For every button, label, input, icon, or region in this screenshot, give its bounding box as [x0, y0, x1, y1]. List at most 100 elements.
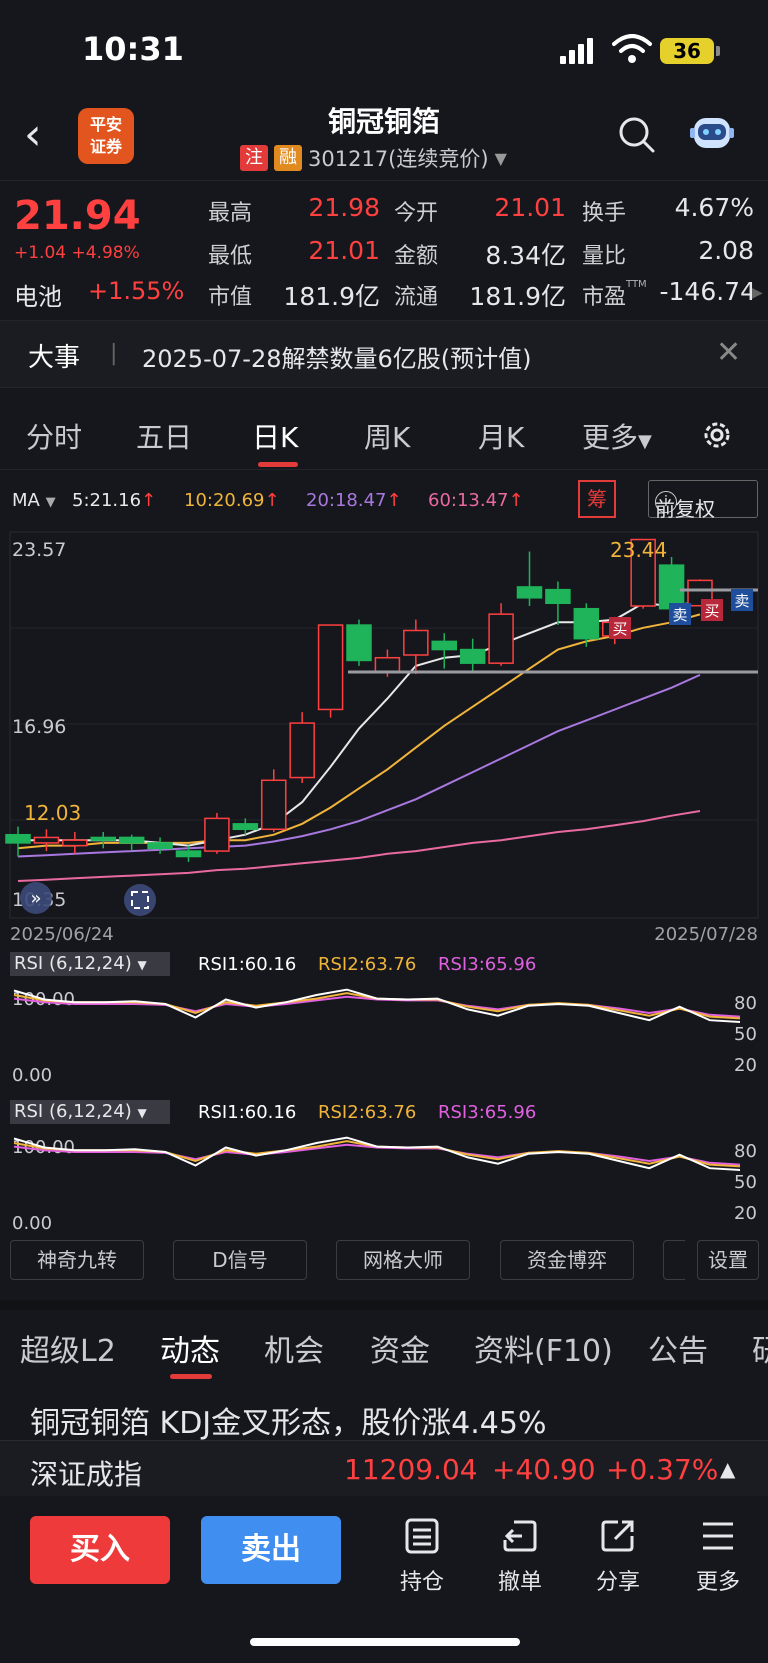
- status-bar: 10:31 36: [0, 0, 768, 100]
- candle-body: [459, 648, 486, 664]
- tab-funds[interactable]: 资金: [370, 1326, 430, 1370]
- search-icon[interactable]: [616, 114, 656, 154]
- adjust-selector[interactable]: i 前复权: [648, 480, 758, 521]
- cancel-order-button[interactable]: 撤单: [480, 1516, 560, 1596]
- candle-body: [545, 588, 571, 605]
- candle-body: [62, 839, 88, 847]
- tab-monthly-k[interactable]: 月K: [478, 416, 524, 456]
- sell-button[interactable]: 卖出: [201, 1516, 341, 1584]
- vol-ratio-value: 2.08: [698, 236, 754, 265]
- high-annotation: 23.44: [610, 538, 667, 562]
- tab-intraday[interactable]: 分时: [26, 416, 82, 456]
- rsi3-line: [13, 995, 741, 1018]
- more-button[interactable]: 更多: [678, 1516, 758, 1596]
- chevron-down-icon: ▼: [45, 495, 56, 510]
- pe-label: 市盈TTM: [582, 279, 647, 310]
- open-label: 今开: [394, 201, 439, 226]
- tab-announcements[interactable]: 公告: [648, 1326, 708, 1370]
- share-icon: [601, 1520, 634, 1552]
- x-end-label: 2025/07/28: [654, 924, 758, 945]
- candle-body: [204, 817, 230, 852]
- ma10-value: 10:20.69↑: [184, 490, 280, 511]
- turnover-label: 换手: [582, 201, 627, 226]
- x-start-label: 2025/06/24: [10, 924, 114, 945]
- fullscreen-icon[interactable]: [124, 884, 156, 916]
- tab-f10[interactable]: 资料(F10): [474, 1326, 613, 1370]
- news-headline[interactable]: 铜冠铜箔 KDJ金叉形态，股价涨4.45%: [30, 1398, 546, 1442]
- tab-daily-k[interactable]: 日K: [252, 416, 298, 456]
- menu-icon: [703, 1522, 733, 1550]
- indicator-more-button[interactable]: [663, 1240, 685, 1280]
- rsi3-value: RSI3:65.96: [438, 1102, 537, 1123]
- candle-body: [118, 836, 145, 844]
- candlestick-chart[interactable]: 23.57 16.96 10.35 2025/06/24 2025/07/28 …: [0, 520, 768, 950]
- float-label: 流通: [394, 285, 439, 310]
- index-ticker[interactable]: 深证成指 11209.04 +40.90 +0.37% ▲: [0, 1440, 768, 1496]
- rsi-chart-1[interactable]: 100.00 0.00 80 50 20: [0, 980, 768, 1090]
- chevron-down-icon: ▼: [494, 148, 507, 168]
- rsi-level-50: 50: [734, 1024, 757, 1045]
- indicator-d-signal-button[interactable]: D信号: [173, 1240, 307, 1280]
- high-label: 最高: [208, 201, 253, 226]
- chevron-right-icon[interactable]: ▶: [752, 285, 764, 305]
- chevron-down-icon: ▼: [137, 958, 147, 972]
- rsi-panel-1-header: RSI (6,12,24) ▼ RSI1:60.16 RSI2:63.76 RS…: [0, 950, 768, 980]
- chip-distribution-button[interactable]: 筹: [578, 480, 616, 518]
- arrow-up-icon: ↑: [264, 490, 280, 511]
- indicator-buttons: 神奇九转 D信号 网格大师 资金博弈 设置: [0, 1240, 768, 1286]
- chart-period-tabs: 分时 五日 日K 周K 月K 更多▼: [0, 400, 768, 470]
- candle-body: [90, 836, 116, 841]
- active-tab-indicator: [170, 1374, 212, 1379]
- indicator-nine-turn-button[interactable]: 神奇九转: [10, 1240, 144, 1280]
- pe-suffix: TTM: [626, 279, 647, 290]
- indicator-settings-button[interactable]: 设置: [697, 1240, 759, 1280]
- index-name: 深证成指: [30, 1458, 143, 1491]
- tab-dynamics[interactable]: 动态: [160, 1326, 220, 1370]
- arrow-up-icon: ↑: [508, 490, 524, 511]
- rsi1-line: [13, 988, 741, 1023]
- price-change: +1.04 +4.98%: [14, 243, 140, 263]
- rsi-level-80: 80: [734, 993, 757, 1014]
- tab-research[interactable]: 研: [752, 1326, 768, 1370]
- sector-change: +1.55%: [88, 277, 185, 305]
- gear-icon[interactable]: [700, 418, 734, 452]
- chevron-down-icon: ▼: [137, 1106, 147, 1120]
- rsi1-line: [13, 1136, 741, 1171]
- event-banner[interactable]: 大事 | 2025-07-28解禁数量6亿股(预计值) ✕: [0, 320, 768, 388]
- divider: |: [110, 341, 118, 366]
- candle-body: [33, 836, 60, 844]
- ma5-value: 5:21.16↑: [72, 490, 157, 511]
- tab-more[interactable]: 更多▼: [582, 416, 652, 456]
- buy-button[interactable]: 买入: [30, 1516, 170, 1584]
- indicator-fund-game-button[interactable]: 资金博弈: [500, 1240, 634, 1280]
- tab-five-day[interactable]: 五日: [136, 416, 192, 456]
- holdings-button[interactable]: 持仓: [382, 1516, 462, 1596]
- arrow-up-icon: ↑: [141, 490, 157, 511]
- candle-body: [403, 629, 429, 656]
- rsi2-value: RSI2:63.76: [318, 1102, 417, 1123]
- rsi-selector[interactable]: RSI (6,12,24) ▼: [10, 1100, 170, 1124]
- buy-signal-label: 买: [612, 620, 627, 638]
- candles: [5, 538, 713, 862]
- index-pct: +0.37%: [606, 1453, 719, 1486]
- rsi-selector[interactable]: RSI (6,12,24) ▼: [10, 952, 170, 976]
- indicator-grid-master-button[interactable]: 网格大师: [336, 1240, 470, 1280]
- ma-selector[interactable]: MA ▼: [12, 490, 56, 511]
- close-icon[interactable]: ✕: [716, 335, 741, 370]
- bottom-toolbar: 买入 卖出 持仓 撤单 分享 更多: [0, 1496, 768, 1663]
- candle-body: [261, 779, 287, 831]
- rsi-chart-2[interactable]: 100.00 0.00 80 50 20: [0, 1128, 768, 1238]
- chevron-up-icon[interactable]: ▲: [720, 1457, 735, 1481]
- candle-body: [488, 613, 514, 664]
- tab-opportunity[interactable]: 机会: [264, 1326, 324, 1370]
- rsi2-line: [13, 1140, 741, 1168]
- y-max-label: 23.57: [12, 539, 66, 561]
- stock-subtitle[interactable]: 注 融 301217(连续竞价) ▼: [240, 144, 507, 172]
- share-button[interactable]: 分享: [578, 1516, 658, 1596]
- expand-left-icon[interactable]: »: [20, 882, 52, 914]
- sector-label[interactable]: 电池: [14, 277, 62, 312]
- tab-weekly-k[interactable]: 周K: [364, 416, 410, 456]
- tab-super-l2[interactable]: 超级L2: [20, 1326, 116, 1370]
- assistant-robot-icon[interactable]: [688, 110, 736, 156]
- candle-body: [573, 607, 600, 640]
